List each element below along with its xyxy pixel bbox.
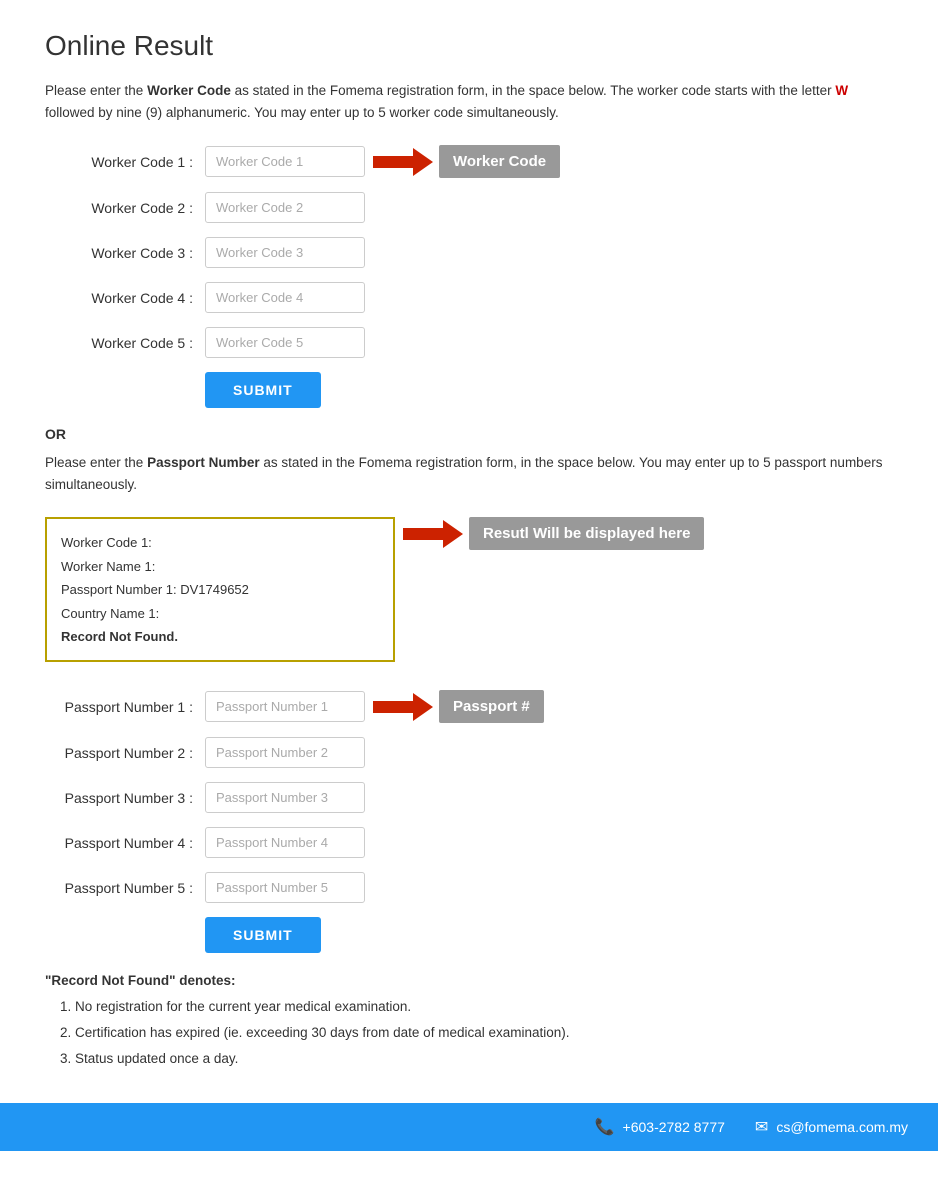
passport-3-input[interactable] [205,782,365,813]
result-row: Worker Code 1: Worker Name 1: Passport N… [45,517,893,680]
worker-code-1-label: Worker Code 1 : [45,154,205,170]
worker-code-section: Worker Code 1 : Worker Code Worker Code … [45,145,893,408]
worker-intro: Please enter the Worker Code as stated i… [45,80,893,123]
passport-2-input[interactable] [205,737,365,768]
result-line-5: Record Not Found. [61,625,379,648]
passport-1-row: Passport Number 1 : Passport # [45,690,893,723]
page-wrapper: Online Result Please enter the Worker Co… [0,0,938,1151]
passport-5-row: Passport Number 5 : [45,872,893,903]
worker-code-1-row: Worker Code 1 : Worker Code [45,145,893,178]
passport-4-row: Passport Number 4 : [45,827,893,858]
phone-icon: 📞 [595,1117,615,1137]
passport-submit-row: SUBMIT [205,917,893,953]
page-title: Online Result [45,30,893,62]
passport-arrow-icon [373,693,433,721]
passport-5-input[interactable] [205,872,365,903]
result-arrow-icon [403,520,463,548]
passport-1-input[interactable] [205,691,365,722]
passport-2-label: Passport Number 2 : [45,745,205,761]
notes-item-3: Status updated once a day. [75,1048,893,1070]
result-annotation-box: Resutl Will be displayed here [469,517,704,550]
footer-email-address: cs@fomema.com.my [776,1119,908,1135]
notes-item-2: Certification has expired (ie. exceeding… [75,1022,893,1044]
passport-3-label: Passport Number 3 : [45,790,205,806]
worker-code-3-input[interactable] [205,237,365,268]
passport-4-label: Passport Number 4 : [45,835,205,851]
passport-annotation-wrapper: Passport # [373,690,544,723]
passport-intro: Please enter the Passport Number as stat… [45,452,893,495]
worker-code-annotation-box: Worker Code [439,145,560,178]
passport-2-row: Passport Number 2 : [45,737,893,768]
notes-section: "Record Not Found" denotes: No registrat… [45,973,893,1069]
worker-code-5-input[interactable] [205,327,365,358]
footer-phone-number: +603-2782 8777 [623,1119,725,1135]
result-line-3: Passport Number 1: DV1749652 [61,578,379,601]
main-content: Online Result Please enter the Worker Co… [0,0,938,1103]
worker-code-5-label: Worker Code 5 : [45,335,205,351]
worker-code-annotation-wrapper: Worker Code [373,145,560,178]
notes-list: No registration for the current year med… [75,996,893,1069]
passport-3-row: Passport Number 3 : [45,782,893,813]
footer: 📞 +603-2782 8777 ✉ cs@fomema.com.my [0,1103,938,1151]
footer-email: ✉ cs@fomema.com.my [755,1117,908,1137]
worker-submit-row: SUBMIT [205,372,893,408]
passport-5-label: Passport Number 5 : [45,880,205,896]
worker-code-3-label: Worker Code 3 : [45,245,205,261]
passport-annotation-box: Passport # [439,690,544,723]
worker-code-3-row: Worker Code 3 : [45,237,893,268]
notes-heading: "Record Not Found" denotes: [45,973,893,988]
notes-item-1: No registration for the current year med… [75,996,893,1018]
passport-section: Passport Number 1 : Passport # Passport … [45,690,893,953]
email-icon: ✉ [755,1117,768,1137]
passport-submit-button[interactable]: SUBMIT [205,917,321,953]
footer-phone: 📞 +603-2782 8777 [595,1117,725,1137]
worker-code-4-label: Worker Code 4 : [45,290,205,306]
passport-4-input[interactable] [205,827,365,858]
result-annotation-wrapper: Resutl Will be displayed here [403,517,704,550]
worker-code-4-row: Worker Code 4 : [45,282,893,313]
result-box: Worker Code 1: Worker Name 1: Passport N… [45,517,395,662]
or-label: OR [45,426,893,442]
result-line-4: Country Name 1: [61,602,379,625]
worker-code-arrow-icon [373,148,433,176]
worker-code-1-input[interactable] [205,146,365,177]
worker-code-2-row: Worker Code 2 : [45,192,893,223]
passport-1-label: Passport Number 1 : [45,699,205,715]
worker-code-2-input[interactable] [205,192,365,223]
worker-code-2-label: Worker Code 2 : [45,200,205,216]
worker-code-5-row: Worker Code 5 : [45,327,893,358]
worker-submit-button[interactable]: SUBMIT [205,372,321,408]
worker-code-4-input[interactable] [205,282,365,313]
result-line-2: Worker Name 1: [61,555,379,578]
result-line-1: Worker Code 1: [61,531,379,554]
